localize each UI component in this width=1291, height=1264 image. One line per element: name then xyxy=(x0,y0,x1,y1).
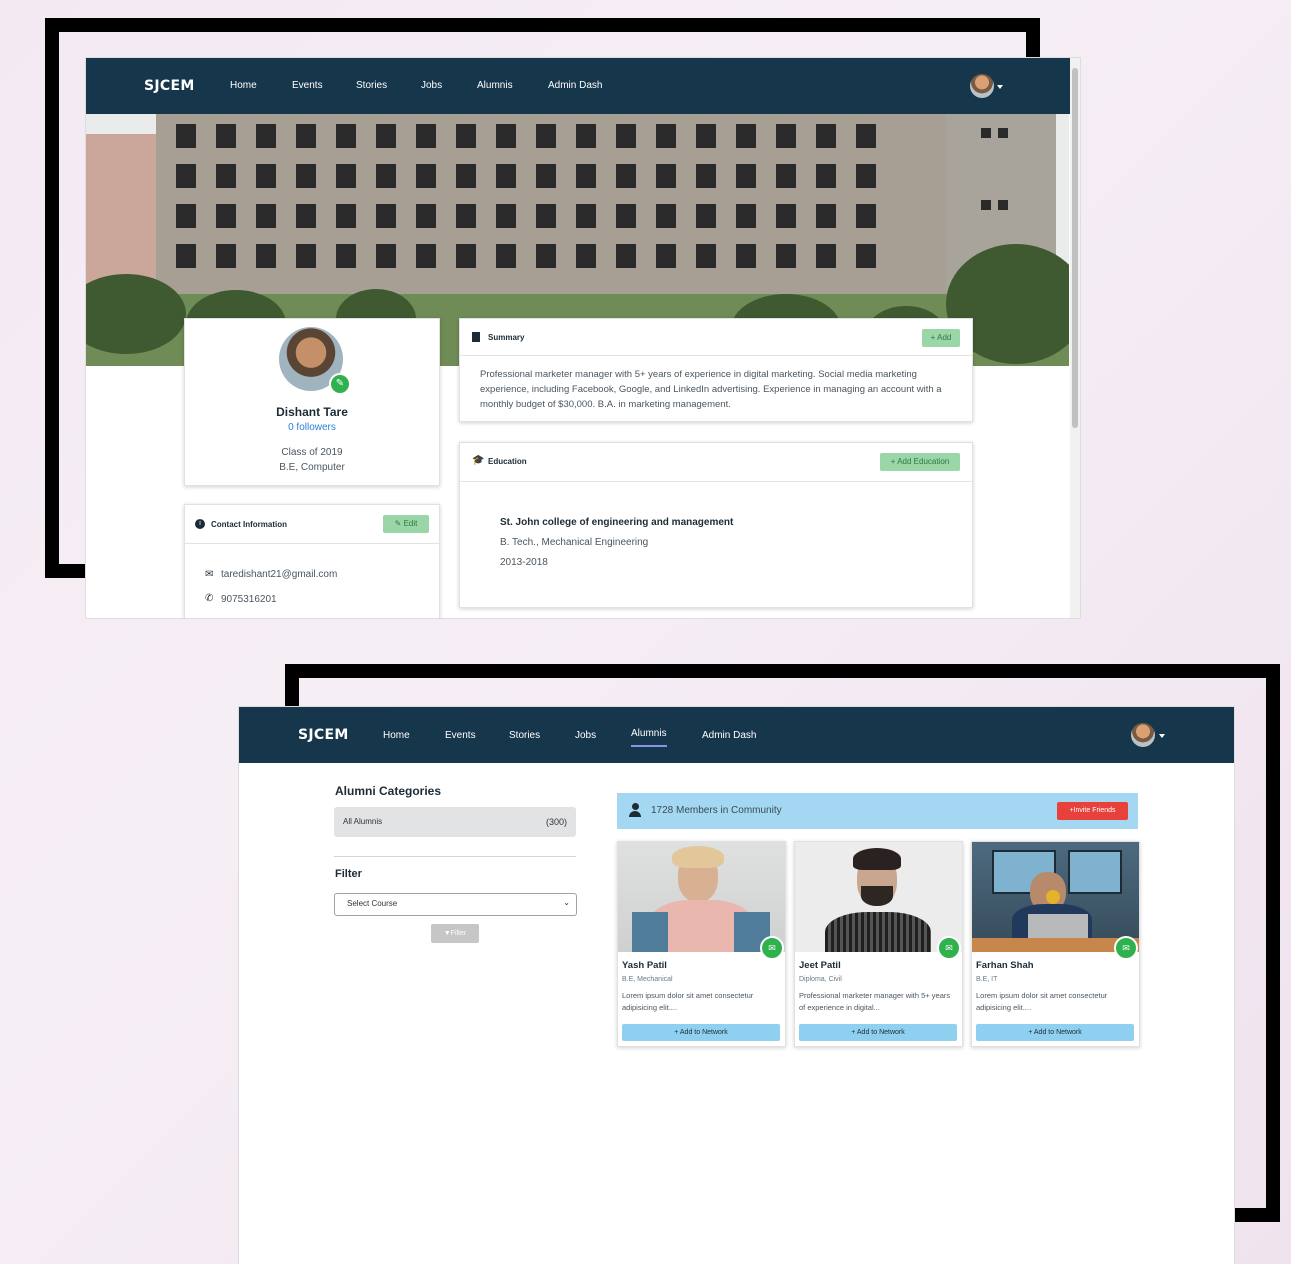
brand-logo[interactable]: SJCEM xyxy=(144,78,195,94)
divider xyxy=(460,355,972,356)
nav-events[interactable]: Events xyxy=(292,80,323,91)
document-icon xyxy=(472,332,480,342)
member-card: ✉ Jeet Patil Diploma, Civil Professional… xyxy=(794,841,963,1047)
contact-card: i Contact Information ✎ Edit ✉ taredisha… xyxy=(184,504,440,618)
nav-events[interactable]: Events xyxy=(445,730,476,741)
member-bio: Lorem ipsum dolor sit amet consectetur a… xyxy=(622,991,754,1012)
contact-email[interactable]: taredishant21@gmail.com xyxy=(221,569,337,580)
add-to-network-button[interactable]: + Add to Network xyxy=(622,1024,780,1041)
member-card: ✉ Yash Patil B.E, Mechanical Lorem ipsum… xyxy=(617,841,786,1047)
education-course: B. Tech., Mechanical Engineering xyxy=(500,537,649,548)
invite-friends-button[interactable]: +Invite Friends xyxy=(1057,802,1128,820)
followers-link[interactable]: 0 followers xyxy=(185,422,439,433)
navbar: SJCEM Home Events Stories Jobs Alumnis A… xyxy=(86,58,1080,114)
nav-jobs[interactable]: Jobs xyxy=(421,80,442,91)
nav-home[interactable]: Home xyxy=(230,80,257,91)
member-photo[interactable] xyxy=(618,842,785,952)
chevron-down-icon[interactable] xyxy=(997,85,1003,89)
summary-title: Summary xyxy=(488,333,525,342)
member-course: B.E, Mechanical xyxy=(622,976,673,983)
member-bio: Lorem ipsum dolor sit amet consectetur a… xyxy=(976,991,1108,1012)
pencil-icon: ✎ xyxy=(394,519,404,528)
member-bio: Professional marketer manager with 5+ ye… xyxy=(799,991,951,1012)
filter-label: Filter xyxy=(450,930,467,937)
nav-admin-dash[interactable]: Admin Dash xyxy=(702,730,756,741)
envelope-icon: ✉ xyxy=(205,569,214,580)
brand-logo[interactable]: SJCEM xyxy=(298,727,349,743)
nav-stories[interactable]: Stories xyxy=(509,730,540,741)
category-count: (300) xyxy=(545,817,567,827)
education-card: 🎓 Education + Add Education St. John col… xyxy=(459,442,973,608)
member-name[interactable]: Yash Patil xyxy=(622,960,667,971)
member-photo[interactable] xyxy=(795,842,962,952)
phone-icon: ✆ xyxy=(205,593,214,604)
scrollbar-thumb[interactable] xyxy=(1072,68,1078,428)
course-select[interactable]: Select Course ⌄ xyxy=(334,893,577,916)
user-avatar-menu[interactable] xyxy=(1131,723,1155,747)
member-card: ✉ Farhan Shah B.E, IT Lorem ipsum dolor … xyxy=(971,841,1140,1047)
divider xyxy=(334,856,576,857)
member-name[interactable]: Farhan Shah xyxy=(976,960,1034,971)
community-count: 1728 Members in Community xyxy=(651,805,782,816)
education-title: Education xyxy=(488,457,527,466)
member-course: Diploma, Civil xyxy=(799,976,842,983)
funnel-icon: ▼ xyxy=(443,930,451,937)
add-education-button[interactable]: + Add Education xyxy=(880,453,960,471)
message-icon[interactable]: ✉ xyxy=(1114,936,1138,960)
chevron-down-icon[interactable] xyxy=(1159,734,1165,738)
course-select-value: Select Course xyxy=(347,899,398,908)
edit-contact-button[interactable]: ✎ Edit xyxy=(383,515,429,533)
summary-card: Summary + Add Professional marketer mana… xyxy=(459,318,973,422)
categories-title: Alumni Categories xyxy=(335,784,442,798)
member-name[interactable]: Jeet Patil xyxy=(799,960,841,971)
category-label: All Alumnis xyxy=(343,817,383,826)
add-to-network-button[interactable]: + Add to Network xyxy=(976,1024,1134,1041)
message-icon[interactable]: ✉ xyxy=(760,936,784,960)
edit-avatar-icon[interactable]: ✎ xyxy=(329,373,351,395)
summary-text: Professional marketer manager with 5+ ye… xyxy=(480,369,942,410)
class-year: Class of 2019 xyxy=(281,447,343,458)
user-icon xyxy=(629,803,641,817)
profile-card: ✎ Dishant Tare 0 followers Class of 2019… xyxy=(184,318,440,486)
alumni-page-screenshot: SJCEM Home Events Stories Jobs Alumnis A… xyxy=(239,707,1234,1264)
contact-phone[interactable]: 9075316201 xyxy=(221,594,277,605)
divider xyxy=(185,543,439,544)
graduation-cap-icon: 🎓 xyxy=(472,455,485,466)
add-to-network-button[interactable]: + Add to Network xyxy=(799,1024,957,1041)
category-all-alumnis[interactable]: All Alumnis (300) xyxy=(334,807,576,837)
nav-alumnis[interactable]: Alumnis xyxy=(477,80,513,91)
nav-stories[interactable]: Stories xyxy=(356,80,387,91)
member-photo[interactable] xyxy=(972,842,1139,952)
user-avatar-menu[interactable] xyxy=(970,74,994,98)
school-name: St. John college of engineering and mana… xyxy=(500,517,734,528)
profile-page-screenshot: SJCEM Home Events Stories Jobs Alumnis A… xyxy=(86,58,1080,618)
chevron-down-icon: ⌄ xyxy=(563,898,570,907)
profile-name: Dishant Tare xyxy=(276,405,348,419)
add-summary-button[interactable]: + Add xyxy=(922,329,960,347)
info-icon: i xyxy=(195,519,205,529)
nav-admin-dash[interactable]: Admin Dash xyxy=(548,80,602,91)
edit-label: Edit xyxy=(403,519,418,528)
nav-home[interactable]: Home xyxy=(383,730,410,741)
divider xyxy=(460,481,972,482)
degree: B.E, Computer xyxy=(279,462,345,473)
contact-title: Contact Information xyxy=(211,520,287,529)
nav-alumnis[interactable]: Alumnis xyxy=(631,728,667,747)
community-banner: 1728 Members in Community +Invite Friend… xyxy=(617,793,1138,829)
education-years: 2013-2018 xyxy=(500,557,548,568)
message-icon[interactable]: ✉ xyxy=(937,936,961,960)
filter-button[interactable]: ▼Filter xyxy=(431,924,479,943)
navbar: SJCEM Home Events Stories Jobs Alumnis A… xyxy=(239,707,1234,763)
scrollbar[interactable] xyxy=(1070,58,1080,618)
filter-title: Filter xyxy=(335,868,362,880)
member-course: B.E, IT xyxy=(976,976,998,983)
nav-jobs[interactable]: Jobs xyxy=(575,730,596,741)
